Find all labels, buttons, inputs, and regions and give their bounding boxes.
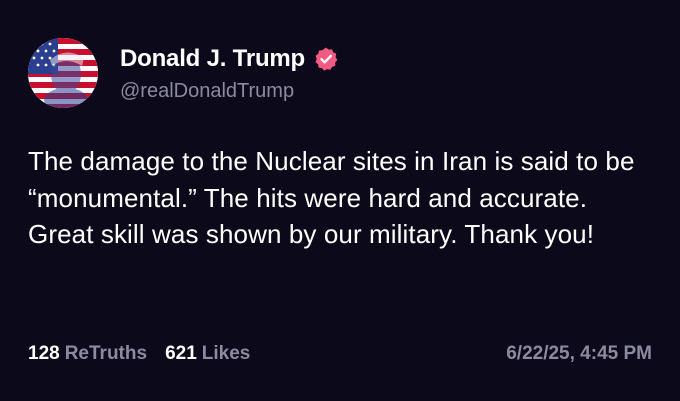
retruths-stat[interactable]: 128 ReTruths [28,343,147,365]
likes-stat[interactable]: 621 Likes [165,343,250,365]
name-row: Donald J. Trump [120,44,339,74]
post-timestamp[interactable]: 6/22/25, 4:45 PM [506,343,652,365]
post-text: The damage to the Nuclear sites in Iran … [28,146,635,249]
post-stats: 128 ReTruths 621 Likes 6/22/25, 4:45 PM [28,340,652,368]
likes-count: 621 [165,343,197,364]
verified-badge-icon [313,46,339,72]
likes-label: Likes [201,343,251,364]
retruths-count: 128 [28,343,60,364]
author-info: Donald J. Trump @realDonaldTrump [120,44,339,103]
user-handle[interactable]: @realDonaldTrump [120,80,339,103]
retruths-label: ReTruths [64,343,148,364]
truth-post: Donald J. Trump @realDonaldTrump The dam… [0,0,680,401]
avatar[interactable] [28,38,98,108]
display-name[interactable]: Donald J. Trump [120,45,305,73]
avatar-image [28,38,98,108]
